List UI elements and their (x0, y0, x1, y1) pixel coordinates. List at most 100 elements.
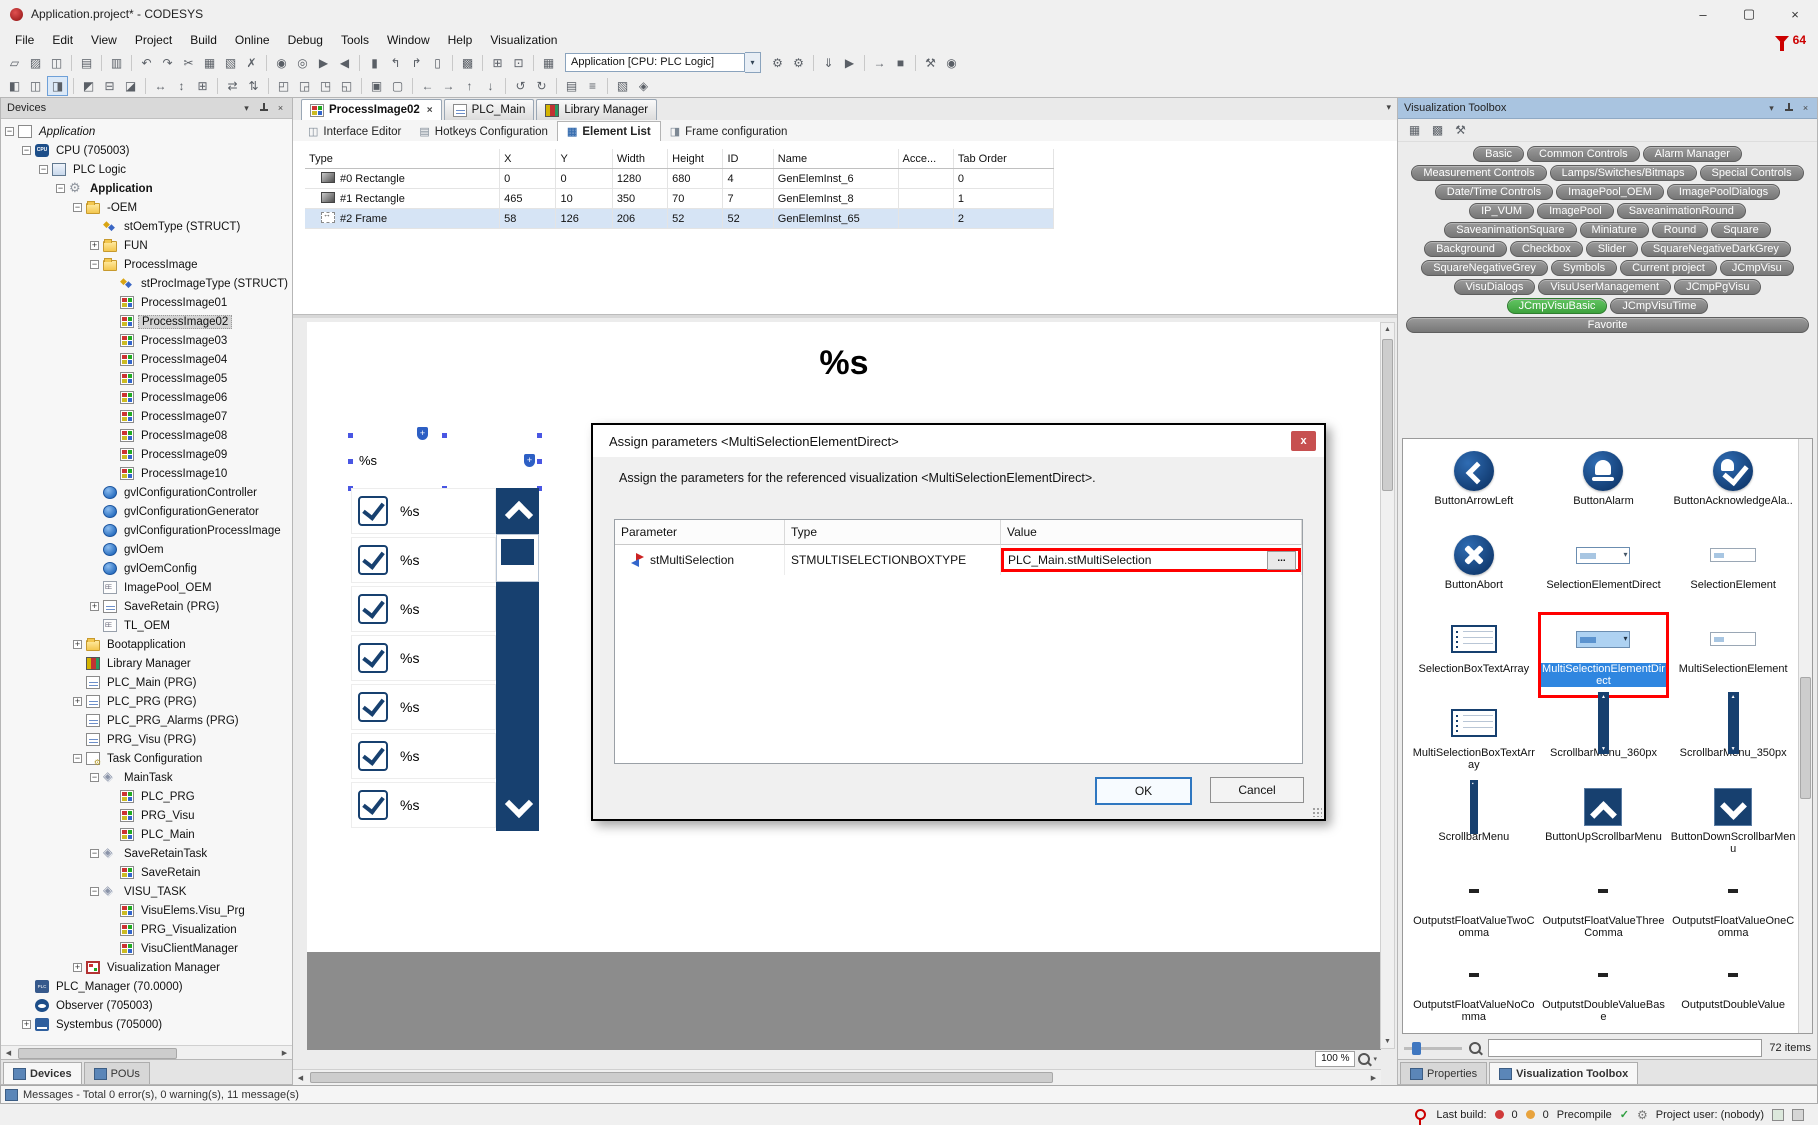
magnifier-icon[interactable] (1358, 1053, 1370, 1065)
toolbox-item[interactable]: MultiSelectionElement (1668, 613, 1798, 697)
toolbox-category-button[interactable]: SquareNegativeDarkGrey (1641, 241, 1791, 257)
toolbox-item[interactable]: ButtonUpScrollbarMenu (1539, 781, 1669, 865)
toolbar-icon[interactable] (533, 55, 534, 71)
toolbar-icon[interactable] (452, 55, 453, 71)
zoom-level[interactable]: 100 % (1315, 1051, 1355, 1067)
column-header[interactable]: Acce... (898, 149, 953, 169)
element-table-row[interactable]: #1 Rectangle 465 10 350 70 7 GenElemInst… (305, 189, 1053, 209)
toolbar-icon[interactable]: ◫ (47, 54, 66, 72)
tree-item[interactable]: Library Manager (1, 654, 292, 673)
checkbox-checked-icon[interactable] (358, 692, 388, 722)
tree-expander-icon[interactable]: − (5, 127, 14, 136)
toolbox-tool-icon[interactable]: ⚒ (1451, 121, 1470, 139)
toolbar-icon[interactable]: ▯ (428, 54, 447, 72)
toolbar-icon[interactable] (266, 55, 267, 71)
toolbar-icon[interactable]: ↰ (386, 54, 405, 72)
selection-handle[interactable] (347, 458, 354, 465)
toolbox-category-button[interactable]: Date/Time Controls (1435, 184, 1553, 200)
menu-item[interactable]: Project (126, 31, 181, 49)
toolbar-icon[interactable]: ◉ (942, 54, 961, 72)
toolbar-icon[interactable] (73, 78, 74, 94)
toolbar-icon[interactable]: ▶ (314, 54, 333, 72)
checkbox-checked-icon[interactable] (358, 741, 388, 771)
toolbar-icon[interactable]: → (439, 77, 458, 95)
tree-item[interactable]: + Visualization Manager (1, 958, 292, 977)
canvas-vertical-scrollbar[interactable]: ▲ ▼ (1380, 322, 1395, 1049)
toolbox-category-button[interactable]: JCmpVisuTime (1610, 298, 1708, 314)
toolbar-icon[interactable]: ◉ (272, 54, 291, 72)
toolbar-icon[interactable]: ⚙ (789, 54, 808, 72)
checkbox-row[interactable]: %s (351, 488, 496, 534)
tree-expander-icon[interactable]: − (73, 203, 82, 212)
toolbar-icon[interactable] (915, 55, 916, 71)
selection-handle[interactable] (536, 458, 543, 465)
menu-item[interactable]: View (82, 31, 126, 49)
active-application-combo[interactable]: Application [CPU: PLC Logic] ▾ (565, 52, 761, 73)
column-header[interactable]: ID (723, 149, 773, 169)
column-header[interactable]: Parameter (615, 520, 785, 545)
toolbox-item[interactable]: OutputstFloatValueTwoComma (1409, 865, 1539, 949)
menu-item[interactable]: Visualization (481, 31, 566, 49)
close-icon[interactable]: × (273, 101, 288, 115)
toolbox-category-button[interactable]: Slider (1586, 241, 1638, 257)
toolbar-icon[interactable]: ◧ (5, 77, 24, 95)
toolbar-icon[interactable] (482, 55, 483, 71)
toolbar-icon[interactable]: ⚒ (921, 54, 940, 72)
toolbox-item[interactable]: SelectionBoxTextArray (1409, 613, 1539, 697)
toolbox-category-button[interactable]: JCmpVisu (1720, 260, 1794, 276)
scroll-left-icon[interactable]: ◀ (293, 1071, 308, 1084)
toolbar-icon[interactable]: ▧ (613, 77, 632, 95)
scroll-left-icon[interactable]: ◀ (1, 1047, 16, 1060)
document-tab[interactable]: Library Manager × (536, 99, 657, 120)
checkbox-row[interactable]: %s (351, 537, 496, 583)
tree-item[interactable]: TL_OEM (1, 616, 292, 635)
tree-item[interactable]: + FUN (1, 236, 292, 255)
scrollbar-track[interactable] (496, 582, 539, 785)
toolbar-icon[interactable] (361, 78, 362, 94)
toolbar-icon[interactable]: ◰ (274, 77, 293, 95)
column-header[interactable]: Name (773, 149, 898, 169)
tree-expander-icon[interactable]: − (90, 849, 99, 858)
selection-handle[interactable] (347, 432, 354, 439)
chevron-down-icon[interactable]: ▾ (745, 52, 761, 73)
toolbar-icon[interactable]: ↷ (158, 54, 177, 72)
toolbar-icon[interactable]: ↺ (511, 77, 530, 95)
tree-expander-icon[interactable]: + (73, 640, 82, 649)
toolbox-category-button[interactable]: JCmpVisuBasic (1507, 298, 1608, 314)
tree-expander-icon[interactable]: − (22, 146, 31, 155)
checkbox-row[interactable]: %s (351, 733, 496, 779)
toolbar-icon[interactable] (131, 55, 132, 71)
parameter-value-input[interactable]: PLC_Main.stMultiSelection (1008, 553, 1267, 567)
toolbar-icon[interactable]: ▩ (458, 54, 477, 72)
toolbox-category-button[interactable]: Lamps/Switches/Bitmaps (1550, 165, 1697, 181)
toolbar-icon[interactable]: ↶ (137, 54, 156, 72)
toolbox-item[interactable]: MultiSelectionBoxTextArray (1409, 697, 1539, 781)
checkbox-row[interactable]: %s (351, 782, 496, 828)
toolbar-icon[interactable]: ▤ (77, 54, 96, 72)
menu-scrollbar-element[interactable] (496, 488, 539, 831)
toolbox-category-button[interactable]: Current project (1620, 260, 1717, 276)
checkbox-checked-icon[interactable] (358, 594, 388, 624)
toolbar-icon[interactable]: ◳ (316, 77, 335, 95)
toolbox-category-button[interactable]: ImagePool_OEM (1556, 184, 1664, 200)
toolbox-item[interactable]: ButtonAlarm (1539, 445, 1669, 529)
toolbox-category-button[interactable]: Background (1424, 241, 1507, 257)
toolbar-icon[interactable]: ◩ (79, 77, 98, 95)
toolbar-icon[interactable]: ⊞ (488, 54, 507, 72)
toolbar-icon[interactable] (145, 78, 146, 94)
menu-item[interactable]: File (6, 31, 43, 49)
tree-expander-icon[interactable]: − (73, 754, 82, 763)
toolbox-scrollbar[interactable] (1798, 439, 1812, 1033)
messages-bar[interactable]: Messages - Total 0 error(s), 0 warning(s… (0, 1085, 1818, 1104)
toolbar-icon[interactable]: ◫ (26, 77, 45, 95)
column-header[interactable]: Value (1001, 520, 1302, 545)
scrollbar-thumb[interactable] (1800, 677, 1811, 799)
toolbar-icon[interactable]: ← (418, 77, 437, 95)
parameter-row[interactable]: stMultiSelection STMULTISELECTIONBOXTYPE… (615, 545, 1302, 575)
toolbar-icon[interactable]: ⇅ (244, 77, 263, 95)
toolbar-icon[interactable]: ◪ (121, 77, 140, 95)
pin-icon[interactable] (256, 101, 271, 115)
tree-item[interactable]: − -OEM (1, 198, 292, 217)
toolbar-icon[interactable]: → (870, 54, 889, 72)
icon-size-slider[interactable] (1404, 1047, 1462, 1050)
